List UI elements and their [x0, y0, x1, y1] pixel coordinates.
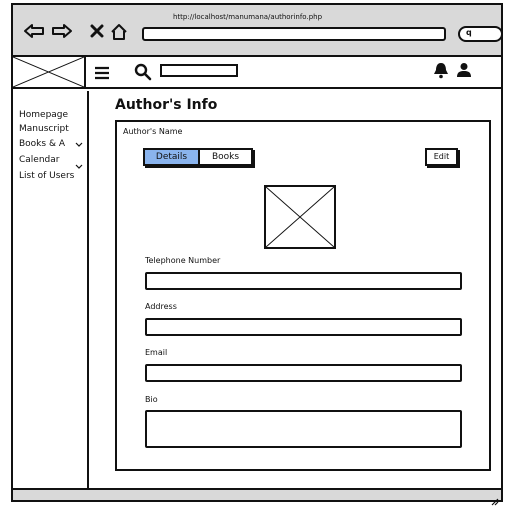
back-arrow-icon[interactable]	[23, 23, 45, 43]
browser-search-field[interactable]: q	[458, 26, 503, 42]
chevron-down-icon[interactable]	[75, 164, 83, 172]
logo-placeholder	[12, 56, 86, 89]
chevron-down-icon[interactable]	[75, 142, 83, 150]
resize-grip-icon[interactable]	[491, 491, 499, 510]
close-icon[interactable]	[90, 23, 104, 43]
author-name-label: Author's Name	[123, 127, 183, 136]
browser-chrome: http://localhost/manumana/authorinfo.php…	[13, 5, 503, 57]
bio-field[interactable]	[145, 410, 462, 448]
tab-details[interactable]: Details	[145, 150, 200, 164]
sidebar: Homepage Manuscript Books & A Calendar L…	[13, 91, 89, 488]
bell-icon[interactable]	[433, 61, 449, 83]
app-topbar	[86, 57, 501, 89]
tab-books[interactable]: Books	[200, 150, 251, 164]
forward-arrow-icon[interactable]	[51, 23, 73, 43]
bio-label: Bio	[145, 395, 158, 404]
address-bar[interactable]	[142, 27, 446, 41]
telephone-field[interactable]	[145, 272, 462, 290]
search-placeholder: q	[466, 28, 472, 37]
sidebar-item-homepage[interactable]: Homepage	[19, 110, 68, 120]
image-placeholder-icon	[265, 186, 335, 248]
search-icon[interactable]	[134, 63, 152, 85]
author-photo-placeholder	[264, 185, 336, 249]
sidebar-item-manuscript[interactable]: Manuscript	[19, 124, 69, 134]
user-icon[interactable]	[456, 62, 472, 82]
hamburger-icon[interactable]	[94, 65, 110, 84]
tab-group: Details Books	[143, 148, 253, 166]
sidebar-item-calendar[interactable]: Calendar	[19, 155, 59, 165]
page-title: Author's Info	[115, 97, 218, 113]
address-label: Address	[145, 302, 177, 311]
email-label: Email	[145, 348, 168, 357]
url-text: http://localhost/manumana/authorinfo.php	[173, 13, 323, 21]
search-input[interactable]	[160, 64, 238, 77]
telephone-label: Telephone Number	[145, 256, 221, 265]
address-field[interactable]	[145, 318, 462, 336]
status-bar	[13, 488, 501, 506]
logo-placeholder-icon	[12, 56, 85, 88]
sidebar-item-list-of-users[interactable]: List of Users	[19, 171, 74, 181]
email-field[interactable]	[145, 364, 462, 382]
edit-button[interactable]: Edit	[425, 148, 458, 166]
home-icon[interactable]	[110, 23, 128, 45]
sidebar-item-books-authors[interactable]: Books & A	[19, 139, 65, 149]
